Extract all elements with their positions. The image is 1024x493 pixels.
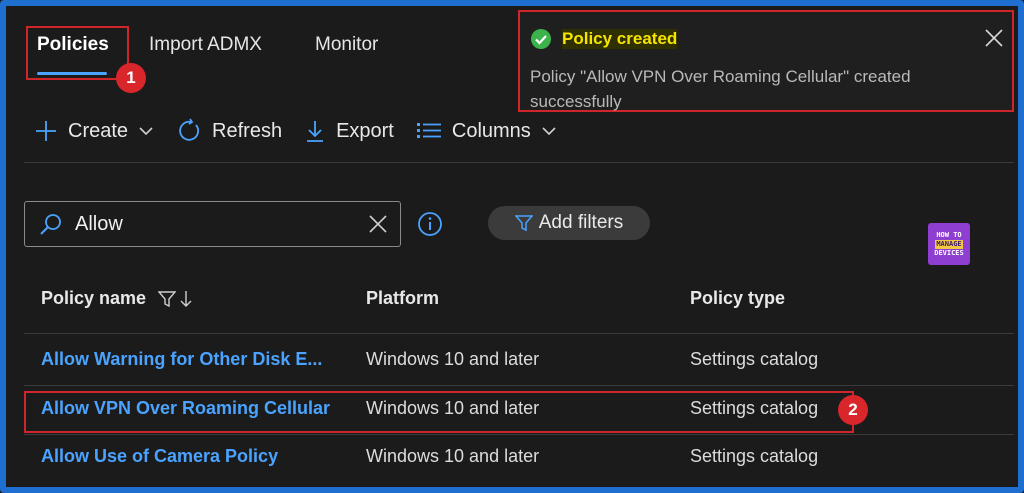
columns-label: Columns <box>451 119 531 142</box>
close-icon[interactable] <box>984 28 1004 48</box>
logo-line-1: HOW TO <box>936 230 962 239</box>
add-filters-label: Add filters <box>538 212 624 233</box>
highlight-box-policies-tab <box>26 26 129 80</box>
create-label: Create <box>68 119 129 142</box>
policy-name-link[interactable]: Allow Use of Camera Policy <box>41 446 278 467</box>
notification-title: Policy created <box>562 29 678 49</box>
logo-line-3: DEVICES <box>934 248 964 257</box>
notification-header: Policy created <box>530 28 678 50</box>
notification-title-text: Policy created <box>562 29 678 48</box>
table-row[interactable]: Allow Warning for Other Disk E... Window… <box>24 337 1014 385</box>
column-header-label: Policy name <box>41 288 147 308</box>
command-bar: Create Refresh Export Columns <box>34 114 579 148</box>
column-header-platform[interactable]: Platform <box>366 288 439 309</box>
export-label: Export <box>336 119 394 142</box>
refresh-icon <box>176 118 202 144</box>
success-check-icon <box>531 29 551 49</box>
search-icon <box>39 212 63 236</box>
filter-icon[interactable] <box>158 290 177 308</box>
refresh-button[interactable]: Refresh <box>176 118 282 144</box>
add-filters-button[interactable]: Add filters <box>488 206 650 240</box>
logo-line-2: MANAGE <box>935 239 963 249</box>
export-button[interactable]: Export <box>304 119 394 143</box>
policy-type-cell: Settings catalog <box>690 446 819 466</box>
chevron-down-icon <box>138 123 154 139</box>
toolbar-divider <box>24 162 1014 163</box>
table-row[interactable]: Allow Use of Camera Policy Windows 10 an… <box>24 434 1014 482</box>
search-box[interactable]: Allow <box>24 201 401 247</box>
platform-cell: Windows 10 and later <box>366 446 540 466</box>
download-icon <box>304 119 326 143</box>
columns-icon <box>416 121 442 141</box>
column-header-label: Policy type <box>690 288 786 308</box>
sort-down-icon[interactable] <box>180 290 192 308</box>
notification-message: Policy "Allow VPN Over Roaming Cellular"… <box>530 67 911 111</box>
column-header-label: Platform <box>366 288 440 308</box>
chevron-down-icon <box>541 123 557 139</box>
column-header-policy-name[interactable]: Policy name <box>41 288 192 309</box>
info-icon[interactable] <box>417 211 443 237</box>
columns-button[interactable]: Columns <box>416 120 557 143</box>
tab-import-admx[interactable]: Import ADMX <box>149 34 262 56</box>
header-divider <box>24 333 1014 334</box>
policy-name-link[interactable]: Allow Warning for Other Disk E... <box>41 349 322 370</box>
howto-manage-devices-logo: HOW TO MANAGE DEVICES <box>928 223 970 265</box>
clear-search-icon[interactable] <box>368 214 388 234</box>
annotation-badge-1: 1 <box>116 63 146 93</box>
tab-monitor[interactable]: Monitor <box>315 34 378 56</box>
platform-cell: Windows 10 and later <box>366 349 540 369</box>
annotation-badge-2: 2 <box>838 395 868 425</box>
create-button[interactable]: Create <box>34 119 154 143</box>
refresh-label: Refresh <box>212 119 283 142</box>
success-notification: Policy created Policy "Allow VPN Over Ro… <box>518 10 1014 112</box>
highlight-box-row <box>24 391 854 433</box>
policy-type-cell: Settings catalog <box>690 349 819 369</box>
column-header-policy-type[interactable]: Policy type <box>690 288 785 309</box>
filter-icon <box>514 215 533 232</box>
search-input[interactable]: Allow <box>75 213 368 236</box>
plus-icon <box>34 119 58 143</box>
